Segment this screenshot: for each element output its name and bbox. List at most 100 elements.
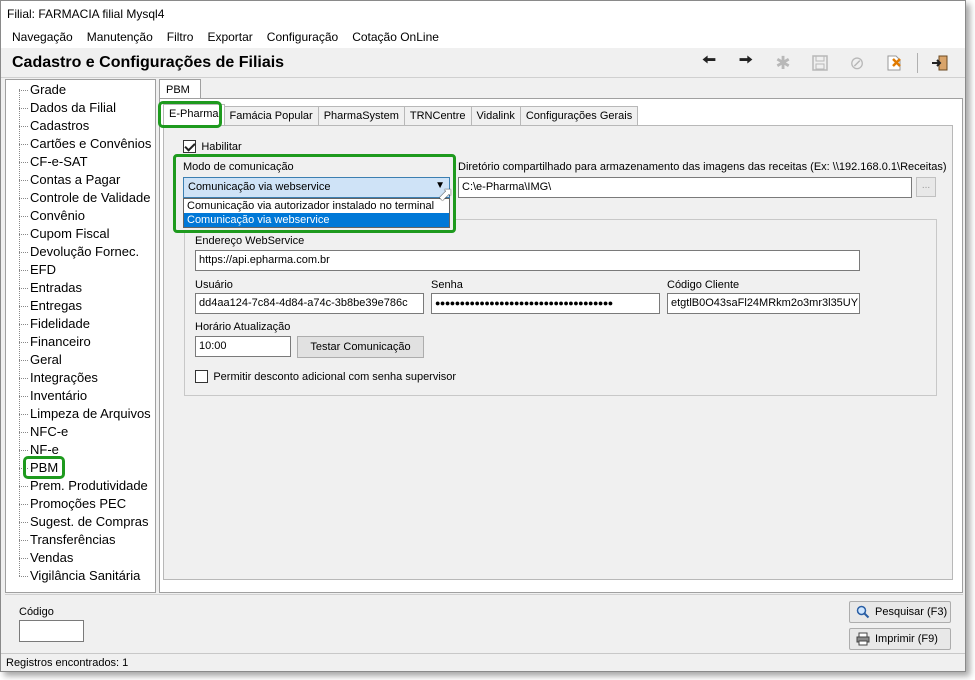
tree-item-label: Inventário bbox=[30, 388, 88, 403]
tree-connector bbox=[19, 90, 28, 91]
window-title: Filial: FARMACIA filial Mysql4 bbox=[1, 1, 965, 27]
menu-configuracao[interactable]: Configuração bbox=[260, 27, 345, 48]
tree-connector bbox=[19, 270, 28, 271]
tree-item-label: CF-e-SAT bbox=[30, 154, 88, 169]
codigo-cliente-field[interactable]: etgtlB0O43saFl24MRkm2o3mr3l35UY bbox=[667, 293, 860, 314]
tree-connector bbox=[19, 162, 28, 163]
modo-option-autorizador[interactable]: Comunicação via autorizador instalado no… bbox=[184, 199, 449, 213]
delete-icon[interactable] bbox=[879, 51, 909, 75]
habilitar-checkbox[interactable] bbox=[183, 140, 196, 154]
tree-item-label: Geral bbox=[30, 352, 62, 367]
printer-icon bbox=[856, 632, 870, 646]
arrow-left-icon[interactable]: 🠨 bbox=[694, 50, 724, 75]
imprimir-label: Imprimir (F9) bbox=[875, 633, 938, 645]
tree-connector bbox=[19, 522, 28, 523]
tree-connector bbox=[19, 360, 28, 361]
bottom-panel: Código Pesquisar (F3) Imprimir (F9) bbox=[5, 594, 963, 652]
tree-connector bbox=[19, 504, 28, 505]
tree-item-label: Contas a Pagar bbox=[30, 172, 121, 187]
tree-item-label: NFC-e bbox=[30, 424, 69, 439]
tab-vidalink[interactable]: Vidalink bbox=[470, 106, 521, 125]
tree-item-label: Vendas bbox=[30, 550, 74, 565]
menu-cotacao-online[interactable]: Cotação OnLine bbox=[345, 27, 446, 48]
modo-dropdown-list: Comunicação via autorizador instalado no… bbox=[183, 198, 450, 228]
usuario-field[interactable]: dd4aa124-7c84-4d84-a74c-3b8be39e786c bbox=[195, 293, 424, 314]
tree-connector bbox=[19, 252, 28, 253]
tab-farmacia-popular[interactable]: Famácia Popular bbox=[223, 106, 319, 125]
tab-trncentre[interactable]: TRNCentre bbox=[403, 106, 472, 125]
tree-item-label: Transferências bbox=[30, 532, 116, 547]
tree-connector bbox=[19, 432, 28, 433]
cancel-icon[interactable]: ⊘ bbox=[842, 51, 872, 75]
tree-connector bbox=[19, 450, 28, 451]
imprimir-button[interactable]: Imprimir (F9) bbox=[849, 628, 951, 650]
modo-option-webservice[interactable]: Comunicação via webservice bbox=[184, 213, 449, 227]
tab-configuracoes-gerais[interactable]: Configurações Gerais bbox=[519, 106, 639, 125]
browse-button[interactable]: ... bbox=[916, 177, 936, 197]
testar-comunicacao-button[interactable]: Testar Comunicação bbox=[297, 336, 424, 358]
codigo-cliente-label: Código Cliente bbox=[667, 279, 740, 291]
tree-connector bbox=[19, 108, 28, 109]
tree-item-label: EFD bbox=[30, 262, 56, 277]
tree-connector bbox=[19, 144, 28, 145]
endereco-field[interactable]: https://api.epharma.com.br bbox=[195, 250, 860, 271]
tree-connector bbox=[19, 342, 28, 343]
tree-item-label: Promoções PEC bbox=[30, 496, 127, 511]
arrow-right-icon[interactable]: 🠪 bbox=[731, 50, 761, 75]
modo-combobox-value: Comunicação via webservice bbox=[188, 181, 331, 193]
usuario-label: Usuário bbox=[195, 279, 233, 291]
search-icon bbox=[856, 605, 870, 619]
desconto-row: Permitir desconto adicional com senha su… bbox=[195, 369, 456, 384]
desconto-checkbox[interactable] bbox=[195, 370, 208, 384]
tree-item-label: Fidelidade bbox=[30, 316, 90, 331]
tree-connector bbox=[19, 288, 28, 289]
menu-filtro[interactable]: Filtro bbox=[160, 27, 201, 48]
tab-pbm[interactable]: PBM bbox=[159, 79, 201, 99]
tree-item-label: Cadastros bbox=[30, 118, 90, 133]
pesquisar-button[interactable]: Pesquisar (F3) bbox=[849, 601, 951, 623]
tree-connector bbox=[19, 234, 28, 235]
codigo-label: Código bbox=[19, 606, 54, 618]
tree-connector bbox=[19, 540, 28, 541]
tree-connector bbox=[19, 558, 28, 559]
mouse-cursor-icon: ⬈ bbox=[438, 184, 454, 204]
tree-item-label: NF-e bbox=[30, 442, 59, 457]
habilitar-label: Habilitar bbox=[201, 141, 242, 153]
tree-item-label: Vigilância Sanitária bbox=[30, 568, 141, 583]
save-icon[interactable] bbox=[805, 51, 835, 75]
senha-field[interactable]: ●●●●●●●●●●●●●●●●●●●●●●●●●●●●●●●●●●●● bbox=[431, 293, 660, 314]
tree-item-label: Cupom Fiscal bbox=[30, 226, 110, 241]
modo-label: Modo de comunicação bbox=[183, 161, 294, 173]
toolbar-separator bbox=[917, 53, 918, 73]
tree-connector bbox=[19, 576, 28, 577]
tree-connector bbox=[19, 198, 28, 199]
header: Cadastro e Configurações de Filiais 🠨 🠪 … bbox=[1, 48, 965, 78]
diretorio-field[interactable]: C:\e-Pharma\IMG\ bbox=[458, 177, 912, 198]
menu-bar: Navegação Manutenção Filtro Exportar Con… bbox=[1, 27, 965, 48]
diretorio-label: Diretório compartilhado para armazenamen… bbox=[458, 161, 947, 173]
page-title: Cadastro e Configurações de Filiais bbox=[12, 54, 285, 71]
navigation-tree: Grade Dados da Filial Cadastros Cartões e C… bbox=[5, 79, 156, 593]
tree-item-label: Dados da Filial bbox=[30, 100, 116, 115]
tree-item-label: Limpeza de Arquivos bbox=[30, 406, 151, 421]
modo-combobox[interactable]: Comunicação via webservice ▼ bbox=[183, 177, 450, 198]
menu-exportar[interactable]: Exportar bbox=[200, 27, 259, 48]
tree-item-label: Sugest. de Compras bbox=[30, 514, 149, 529]
tree-connector bbox=[19, 396, 28, 397]
endereco-label: Endereço WebService bbox=[195, 235, 305, 247]
pbm-item-highlight bbox=[23, 456, 65, 479]
menu-manutencao[interactable]: Manutenção bbox=[80, 27, 160, 48]
new-record-icon[interactable]: ✱ bbox=[768, 51, 798, 75]
e-pharma-tab-highlight bbox=[158, 101, 222, 128]
main-window: Filial: FARMACIA filial Mysql4 Navegação… bbox=[0, 0, 966, 672]
tree-connector bbox=[19, 486, 28, 487]
pesquisar-label: Pesquisar (F3) bbox=[875, 606, 948, 618]
tab-pharmasystem[interactable]: PharmaSystem bbox=[317, 106, 405, 125]
horario-field[interactable]: 10:00 bbox=[195, 336, 291, 357]
tree-connector bbox=[19, 378, 28, 379]
tree-item-label: Integrações bbox=[30, 370, 98, 385]
menu-navegacao[interactable]: Navegação bbox=[5, 27, 80, 48]
codigo-field[interactable] bbox=[19, 620, 84, 642]
habilitar-row: Habilitar bbox=[183, 139, 242, 154]
exit-icon[interactable] bbox=[925, 51, 955, 75]
